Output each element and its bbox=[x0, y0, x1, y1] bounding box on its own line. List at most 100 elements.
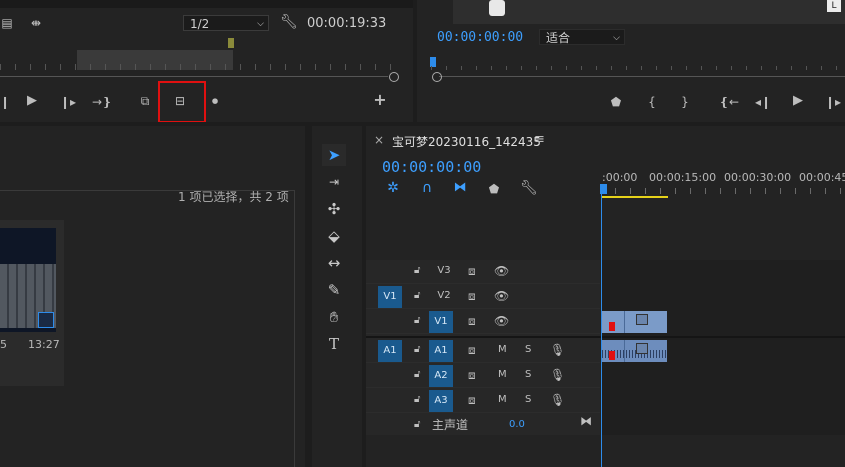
track-name-a2[interactable]: A2 bbox=[429, 365, 453, 387]
ruler-label-0: :00:00 bbox=[602, 171, 638, 184]
source-patch-a1[interactable]: A1 bbox=[378, 340, 402, 362]
video-clip[interactable] bbox=[602, 311, 667, 333]
mark-out-icon[interactable]: } bbox=[678, 95, 692, 109]
clip-marker[interactable] bbox=[609, 322, 615, 331]
eye-icon[interactable]: 👁︎ bbox=[494, 310, 509, 332]
timeline-playhead-marker[interactable] bbox=[600, 184, 607, 194]
track-name-v1[interactable]: V1 bbox=[429, 311, 453, 333]
track-row-a2: 🔓︎ A2 ⧈ M S 🎙︎ bbox=[366, 364, 600, 388]
ripple-edit-tool-icon[interactable]: ✣ bbox=[322, 198, 346, 220]
track-select-tool-icon[interactable]: ⇥ bbox=[322, 171, 346, 193]
lock-icon[interactable]: 🔓︎ bbox=[414, 364, 420, 386]
sync-lock-icon[interactable]: ⧈ bbox=[468, 260, 476, 282]
sync-lock-icon[interactable]: ⧈ bbox=[468, 389, 476, 411]
sync-lock-icon[interactable]: ⧈ bbox=[468, 339, 476, 361]
lock-icon[interactable]: 🔓︎ bbox=[414, 310, 420, 332]
source-scroll-line bbox=[0, 76, 388, 77]
clip-thumbnail-card[interactable]: 5 13:27 bbox=[0, 220, 64, 386]
sequence-tab-name[interactable]: 宝可梦20230116_142435 bbox=[392, 133, 541, 150]
fx-badge-icon bbox=[636, 314, 648, 325]
project-panel: 1 项已选择，共 2 项 5 13:27 bbox=[0, 126, 305, 467]
solo-button[interactable]: S bbox=[525, 389, 531, 411]
sequence-tab-close[interactable]: × bbox=[374, 133, 384, 147]
microphone-icon[interactable]: 🎙︎ bbox=[550, 364, 565, 386]
wrench-icon[interactable]: 🔧︎ bbox=[280, 15, 298, 29]
slip-tool-icon[interactable]: ↔ bbox=[322, 252, 346, 274]
lock-icon[interactable]: 🔓︎ bbox=[414, 389, 420, 411]
step-back-icon[interactable]: ◂❙ bbox=[755, 95, 771, 109]
razor-tool-icon[interactable]: ⬙ bbox=[322, 225, 346, 247]
go-to-in-icon[interactable]: ❴← bbox=[719, 95, 739, 109]
lock-icon[interactable]: 🔓︎ bbox=[414, 260, 420, 282]
sync-lock-icon[interactable]: ⧈ bbox=[468, 285, 476, 307]
nest-toggle-icon[interactable]: ✲ bbox=[385, 181, 401, 195]
export-frame-icon[interactable]: ▤ bbox=[0, 16, 14, 30]
audio-waveform-icon[interactable]: ⇼ bbox=[28, 16, 44, 30]
step-back-icon[interactable]: ❙ bbox=[0, 95, 10, 109]
program-fit-value: 适合 bbox=[546, 31, 571, 45]
source-zoom-handle[interactable] bbox=[389, 72, 399, 82]
clip-split-line bbox=[624, 311, 625, 333]
eye-icon[interactable]: 👁︎ bbox=[494, 260, 509, 282]
source-patch-v1[interactable]: V1 bbox=[378, 286, 402, 308]
chevron-down-icon: ⌵ bbox=[257, 19, 264, 29]
snap-icon[interactable]: ∩ bbox=[419, 181, 435, 195]
solo-button[interactable]: S bbox=[525, 364, 531, 386]
sync-lock-icon[interactable]: ⧈ bbox=[468, 364, 476, 386]
lock-icon[interactable]: 🔓︎ bbox=[414, 285, 420, 307]
hand-tool-icon[interactable]: ✋︎ bbox=[322, 306, 346, 328]
pen-tool-icon[interactable]: ✎ bbox=[322, 279, 346, 301]
lock-icon[interactable]: 🔓︎ bbox=[414, 339, 420, 361]
track-name-a3[interactable]: A3 bbox=[429, 390, 453, 412]
mark-in-icon[interactable]: { bbox=[645, 95, 659, 109]
insert-icon[interactable]: ⧉ bbox=[135, 94, 155, 108]
track-name-v2[interactable]: V2 bbox=[432, 285, 456, 307]
selection-tool-icon[interactable]: ➤ bbox=[322, 144, 346, 166]
source-video-area bbox=[0, 0, 413, 8]
linked-selection-icon[interactable]: ⧓ bbox=[452, 181, 468, 195]
track-row-v1: 🔓︎ V1 ⧈ 👁︎ bbox=[366, 310, 600, 334]
ruler-label-2: 00:00:30:00 bbox=[724, 171, 792, 184]
thumbnail-left-label: 5 bbox=[0, 338, 7, 351]
source-monitor-panel: ▤ ⇼ 1/2 ⌵ 🔧︎ 00:00:19:33 ❙ ▶ ❙▸ →❵ ⧉ ⊟ ⏺… bbox=[0, 0, 413, 122]
program-fit-select[interactable]: 适合 ⌵ bbox=[539, 29, 625, 45]
source-duration-timecode: 00:00:19:33 bbox=[307, 16, 387, 31]
wrench-icon[interactable]: 🔧︎ bbox=[520, 181, 538, 195]
clip-marker[interactable] bbox=[609, 351, 615, 360]
program-timecode[interactable]: 00:00:00:00 bbox=[437, 30, 523, 45]
sequence-tab-menu[interactable]: ≡ bbox=[534, 132, 545, 147]
program-zoom-handle[interactable] bbox=[432, 72, 442, 82]
clip-duration: 13:27 bbox=[28, 338, 60, 351]
master-volume-value[interactable]: 0.0 bbox=[509, 414, 525, 436]
master-expand-icon[interactable]: ⧓ bbox=[580, 410, 592, 432]
camera-icon[interactable]: ⏺︎ bbox=[207, 94, 223, 108]
microphone-icon[interactable]: 🎙︎ bbox=[550, 339, 565, 361]
source-zoom-select[interactable]: 1/2 ⌵ bbox=[183, 15, 269, 31]
play-button[interactable]: ▶ bbox=[790, 94, 806, 108]
audio-clip[interactable] bbox=[602, 340, 667, 362]
sequence-timecode[interactable]: 00:00:00:00 bbox=[382, 158, 481, 176]
add-marker-icon[interactable]: ⬟ bbox=[609, 95, 623, 109]
lock-icon[interactable]: 🔓︎ bbox=[414, 414, 420, 436]
mute-button[interactable]: M bbox=[498, 389, 507, 411]
microphone-icon[interactable]: 🎙︎ bbox=[550, 389, 565, 411]
step-forward-icon[interactable]: ❙▸ bbox=[60, 95, 76, 109]
go-to-out-icon[interactable]: →❵ bbox=[92, 95, 112, 109]
type-tool-icon[interactable]: T bbox=[322, 333, 346, 355]
mute-button[interactable]: M bbox=[498, 339, 507, 361]
add-marker-icon[interactable]: ⬟ bbox=[487, 182, 501, 196]
solo-button[interactable]: S bbox=[525, 339, 531, 361]
sync-lock-icon[interactable]: ⧈ bbox=[468, 310, 476, 332]
source-playhead[interactable] bbox=[228, 38, 234, 48]
track-name-v3[interactable]: V3 bbox=[432, 260, 456, 282]
track-row-v3: 🔓︎ V3 ⧈ 👁︎ bbox=[366, 260, 600, 284]
track-name-a1[interactable]: A1 bbox=[429, 340, 453, 362]
step-forward-icon[interactable]: ❙▸ bbox=[825, 95, 841, 109]
work-area-bar[interactable] bbox=[602, 196, 668, 198]
play-button[interactable]: ▶ bbox=[24, 94, 40, 108]
add-button[interactable]: + bbox=[372, 92, 388, 108]
tools-panel: ➤ ⇥ ✣ ⬙ ↔ ✎ ✋︎ T bbox=[312, 126, 362, 467]
mute-button[interactable]: M bbox=[498, 364, 507, 386]
corner-badge: L bbox=[827, 0, 841, 12]
eye-icon[interactable]: 👁︎ bbox=[494, 285, 509, 307]
